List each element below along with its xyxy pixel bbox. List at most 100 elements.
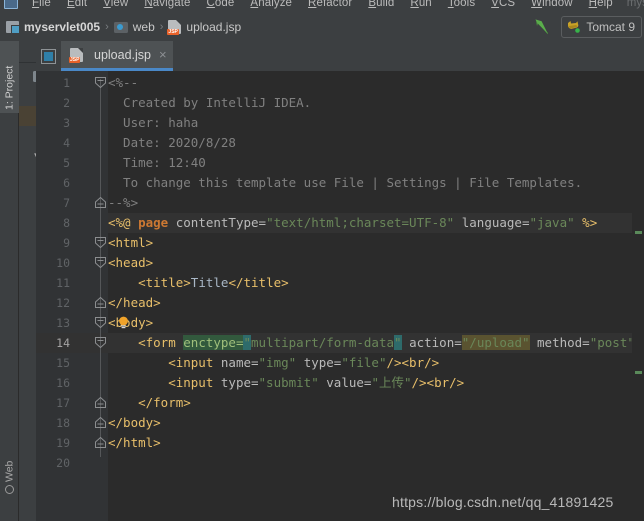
menu-item-code[interactable]: Code <box>199 0 243 9</box>
code-line-content: <title>Title</title> <box>108 275 289 290</box>
code-line[interactable]: <input name="img" type="file"/><br/> <box>108 353 439 373</box>
code-line[interactable]: <input type="submit" value="上传"/><br/> <box>108 373 464 393</box>
tool-window-button-tes[interactable]: tes <box>0 503 19 521</box>
code-line[interactable]: <form enctype="multipart/form-data" acti… <box>108 333 644 353</box>
code-line[interactable]: Created by IntelliJ IDEA. <box>108 93 311 113</box>
code-token: To change this template use File | Setti… <box>108 175 583 190</box>
code-line[interactable]: Time: 12:40 <box>108 153 206 173</box>
line-number: 19 <box>56 436 70 450</box>
fold-marker-icon[interactable] <box>95 297 106 308</box>
lightbulb-intention-icon[interactable] <box>118 316 129 329</box>
fold-marker-icon[interactable] <box>95 197 106 208</box>
code-line[interactable]: <head> <box>108 253 153 273</box>
code-line[interactable]: Date: 2020/8/28 <box>108 133 236 153</box>
code-line[interactable]: <title>Title</title> <box>108 273 289 293</box>
green-arrow-icon[interactable] <box>531 16 553 38</box>
fold-marker-icon[interactable] <box>95 317 106 328</box>
breadcrumb-folder-label: web <box>132 20 155 34</box>
line-number: 17 <box>56 396 70 410</box>
code-token: </head> <box>108 295 161 310</box>
code-token: "submit" <box>258 375 319 390</box>
code-line[interactable]: <%@ page contentType="text/html;charset=… <box>108 213 644 233</box>
code-line-content: <html> <box>108 235 153 250</box>
fold-marker-icon[interactable] <box>95 257 106 268</box>
code-line[interactable]: </head> <box>108 293 161 313</box>
breadcrumb-separator-2: › <box>159 21 164 33</box>
breadcrumb-file[interactable]: upload.jsp <box>167 20 241 35</box>
code-line[interactable]: </form> <box>108 393 191 413</box>
code-token: <head> <box>108 255 154 270</box>
code-line[interactable]: <html> <box>108 233 153 253</box>
breadcrumb-separator-1: › <box>105 21 109 33</box>
code-line-content: <form enctype="multipart/form-data" acti… <box>108 335 642 350</box>
fold-marker-icon[interactable] <box>95 337 106 348</box>
line-number: 15 <box>56 356 70 370</box>
navbar-right-group: Tomcat 9 <box>531 16 644 38</box>
code-token: Title <box>190 275 229 290</box>
code-token: <html> <box>108 235 154 250</box>
tool-window-button-web[interactable]: Web <box>0 441 19 497</box>
fold-marker-icon[interactable] <box>95 437 106 448</box>
code-token: --%> <box>108 195 139 210</box>
code-line-content: <input name="img" type="file"/><br/> <box>108 355 439 370</box>
code-token: "java" <box>529 215 575 230</box>
menu-item-vcs[interactable]: VCS <box>483 0 523 9</box>
code-line[interactable]: </html> <box>108 433 161 453</box>
menu-item-view[interactable]: View <box>95 0 136 9</box>
error-stripe-scrollbar[interactable] <box>632 71 644 521</box>
code-line[interactable]: User: haha <box>108 113 198 133</box>
menu-item-window[interactable]: Window <box>523 0 581 9</box>
menu-item-tools[interactable]: Tools <box>440 0 483 9</box>
line-number: 5 <box>63 156 70 170</box>
editor-layout-icon[interactable] <box>41 49 56 64</box>
line-number: 10 <box>56 256 70 270</box>
breadcrumb-project[interactable]: myservlet005 <box>6 20 100 34</box>
fold-marker-icon[interactable] <box>95 397 106 408</box>
code-token: <%-- <box>108 75 139 90</box>
error-stripe-mark[interactable] <box>635 371 642 374</box>
menu-item-edit[interactable]: Edit <box>59 0 95 9</box>
run-configuration-selector[interactable]: Tomcat 9 <box>561 16 642 38</box>
line-number: 14 <box>56 336 70 350</box>
menu-item-help[interactable]: Help <box>581 0 621 9</box>
error-stripe-mark[interactable] <box>635 231 642 234</box>
code-canvas[interactable]: <%-- Created by IntelliJ IDEA. User: hah… <box>108 71 644 521</box>
code-line[interactable]: --%> <box>108 193 138 213</box>
line-number: 9 <box>63 236 70 250</box>
line-number: 8 <box>63 216 70 230</box>
left-tool-window-stripe: 1: Project Web tes <box>0 41 19 521</box>
code-token: User: haha <box>108 115 199 130</box>
code-line[interactable]: </body> <box>108 413 161 433</box>
code-token: "post" <box>589 335 635 350</box>
code-token: multipart/form-data <box>251 335 395 350</box>
fold-marker-icon[interactable] <box>95 237 106 248</box>
menu-item-run[interactable]: Run <box>402 0 439 9</box>
code-token: /><br/> <box>411 375 465 390</box>
code-line-content: </form> <box>108 395 191 410</box>
code-line[interactable]: <%-- <box>108 73 138 93</box>
line-number: 2 <box>63 96 70 110</box>
menu-item-navigate[interactable]: Navigate <box>136 0 198 9</box>
editor-tab-upload-jsp[interactable]: upload.jsp × <box>61 41 173 71</box>
fold-marker-icon[interactable] <box>95 417 106 428</box>
breadcrumb-folder[interactable]: web <box>113 20 155 34</box>
line-number: 16 <box>56 376 70 390</box>
code-token: value= <box>318 375 372 390</box>
tool-window-button-project[interactable]: 1: Project <box>0 41 19 113</box>
menu-item-build[interactable]: Build <box>360 0 402 9</box>
editor-area: upload.jsp × 123456789101112131415161718… <box>36 41 644 521</box>
menu-item-analyze[interactable]: Analyze <box>242 0 300 9</box>
code-line-content: <body> <box>108 315 153 330</box>
code-token: <%@ <box>108 215 139 230</box>
code-token: Created by IntelliJ IDEA. <box>108 95 312 110</box>
fold-marker-icon[interactable] <box>95 77 106 88</box>
menu-item-file[interactable]: File <box>24 0 59 9</box>
code-token: " <box>243 335 252 350</box>
menu-bar: File Edit View Navigate Code Analyze Refactor B… <box>0 0 644 13</box>
line-number: 6 <box>63 176 70 190</box>
code-line[interactable]: <body> <box>108 313 153 333</box>
close-icon[interactable]: × <box>157 48 167 61</box>
editor-gutter[interactable]: 1 2 3 4 5 6 7 8 9 10 11 12 13 14 15 16 17 18 19 20 <box>36 71 108 521</box>
code-line[interactable]: To change this template use File | Setti… <box>108 173 582 193</box>
menu-item-refactor[interactable]: Refactor <box>300 0 360 9</box>
